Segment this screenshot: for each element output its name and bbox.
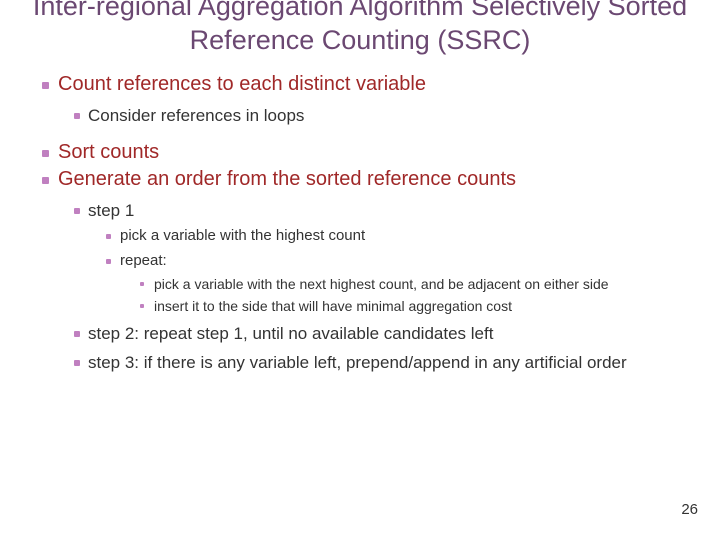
bullet-lvl4: pick a variable with the next highest co… [30,275,690,293]
bullet-lvl2: step 1 [30,200,690,221]
slide-content: Inter-regional Aggregation Algorithm Sel… [0,0,720,373]
slide-title: Inter-regional Aggregation Algorithm Sel… [30,0,690,58]
bullet-lvl2: step 2: repeat step 1, until no availabl… [30,323,690,344]
bullet-lvl2: Consider references in loops [30,105,690,126]
bullet-lvl1: Sort counts [30,140,690,165]
page-number: 26 [681,501,698,518]
bullet-lvl1: Count references to each distinct variab… [30,72,690,97]
bullet-lvl1: Generate an order from the sorted refere… [30,167,690,192]
bullet-lvl2: step 3: if there is any variable left, p… [30,352,690,373]
bullet-lvl3: pick a variable with the highest count [30,227,690,246]
bullet-lvl4: insert it to the side that will have min… [30,297,690,315]
bullet-lvl3: repeat: [30,252,690,271]
